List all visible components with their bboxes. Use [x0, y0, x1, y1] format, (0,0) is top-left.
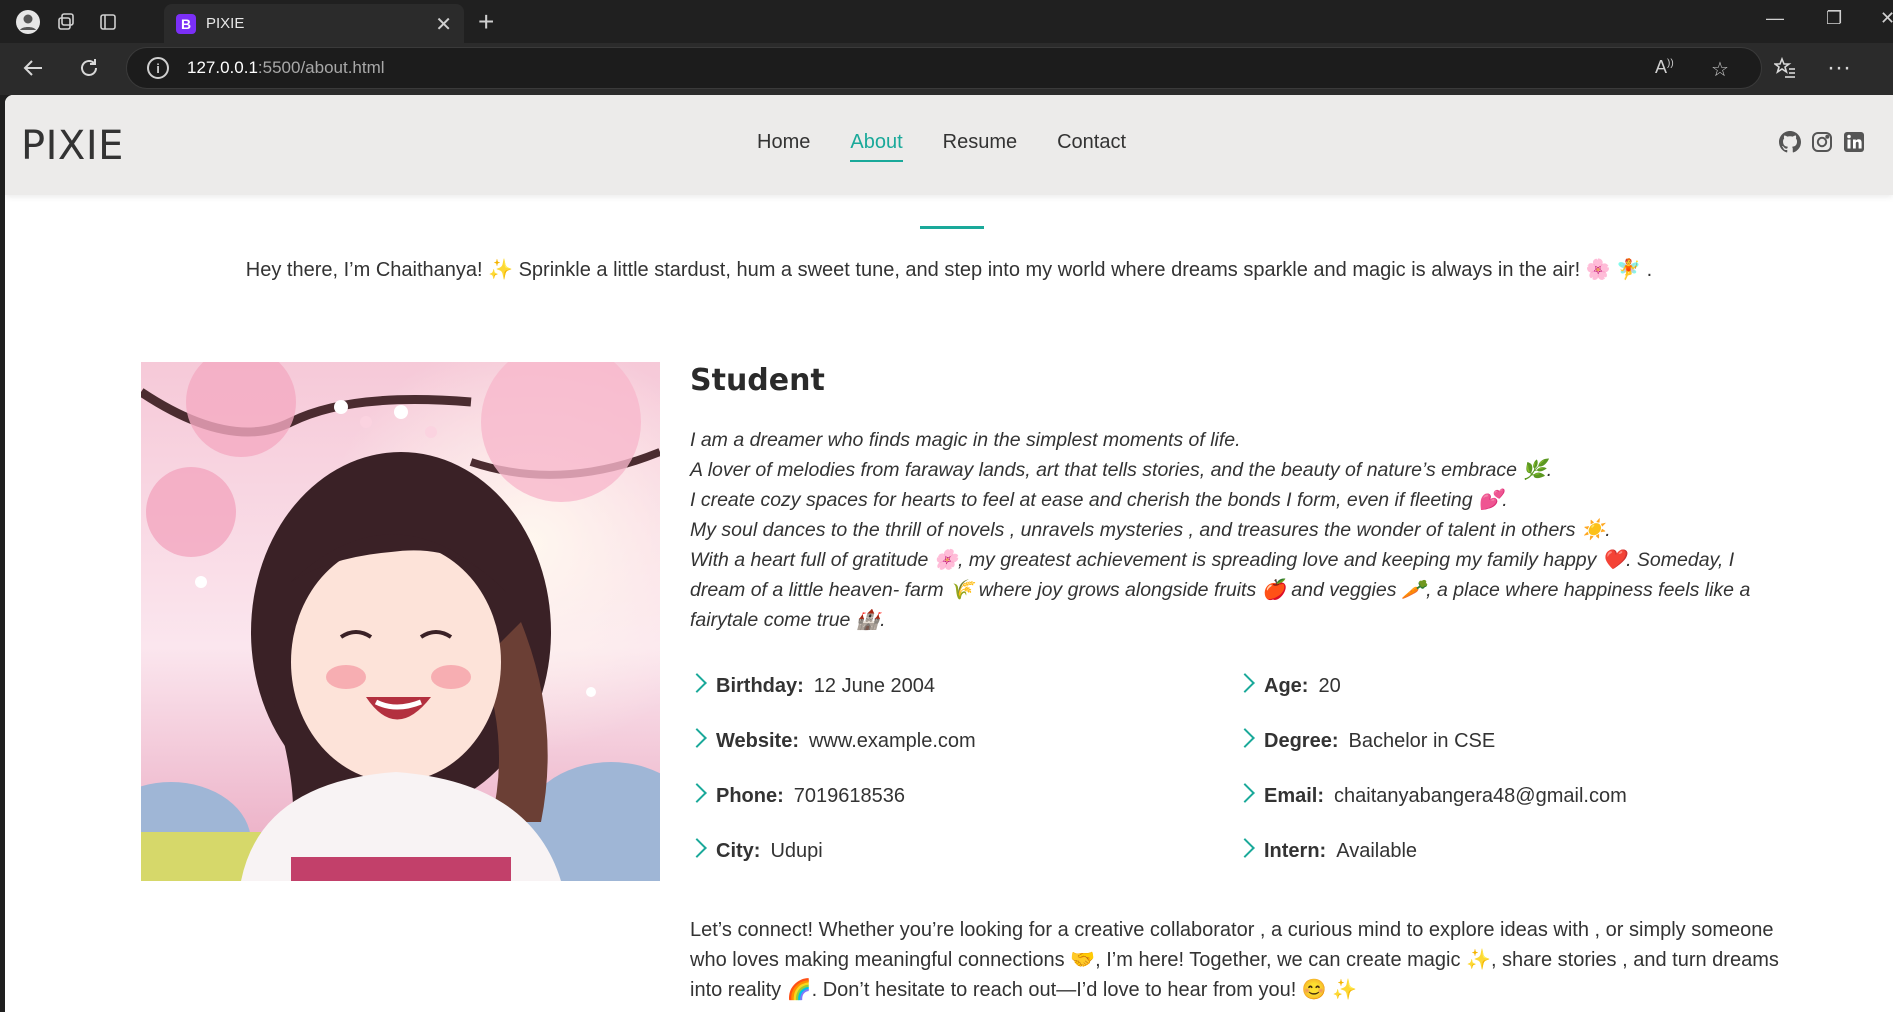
- detail-degree: Degree: Bachelor in CSE: [1235, 728, 1495, 753]
- close-tab-icon[interactable]: ✕: [435, 12, 452, 37]
- detail-intern: Intern: Available: [1235, 838, 1417, 863]
- site-logo[interactable]: PIXIE: [21, 123, 124, 169]
- bio-line: I create cozy spaces for hearts to feel …: [690, 489, 1508, 511]
- workspaces-icon[interactable]: [52, 8, 80, 36]
- nav-resume[interactable]: Resume: [943, 131, 1017, 154]
- nav-contact[interactable]: Contact: [1057, 131, 1126, 154]
- about-intro: Hey there, I’m Chaithanya! ✨ Sprinkle a …: [245, 259, 1653, 281]
- minimize-icon[interactable]: —: [1766, 8, 1784, 29]
- nav-about[interactable]: About: [850, 131, 903, 162]
- detail-age: Age: 20: [1235, 673, 1341, 698]
- read-aloud-icon[interactable]: A)): [1655, 57, 1674, 78]
- close-window-icon[interactable]: ✕: [1880, 8, 1893, 29]
- bio-line: My soul dances to the thrill of novels ,…: [690, 519, 1611, 541]
- chevron-right-icon: [1235, 838, 1255, 858]
- main-nav: Home About Resume Contact: [757, 131, 1126, 162]
- role-title: Student: [690, 363, 825, 398]
- site-header: PIXIE Home About Resume Contact: [5, 95, 1893, 195]
- favicon-icon: B: [176, 14, 196, 34]
- chevron-right-icon: [1235, 728, 1255, 748]
- bio-line: With a heart full of gratitude 🌸, my gre…: [690, 549, 1751, 631]
- bio: I am a dreamer who finds magic in the si…: [690, 425, 1780, 635]
- url-text[interactable]: 127.0.0.1:5500/about.html: [187, 58, 385, 78]
- restore-icon[interactable]: ❐: [1826, 8, 1842, 29]
- tab-actions-icon[interactable]: [94, 8, 122, 36]
- more-menu-icon[interactable]: ···: [1824, 53, 1854, 83]
- chevron-right-icon: [1235, 673, 1255, 693]
- detail-email: Email: chaitanyabangera48@gmail.com: [1235, 783, 1627, 808]
- chevron-right-icon: [1235, 783, 1255, 803]
- site-info-icon[interactable]: i: [147, 57, 169, 79]
- detail-website: Website: www.example.com: [687, 728, 976, 753]
- chevron-right-icon: [687, 783, 707, 803]
- detail-city: City: Udupi: [687, 838, 823, 863]
- chevron-right-icon: [687, 838, 707, 858]
- address-bar[interactable]: i 127.0.0.1:5500/about.html A)) ☆: [126, 47, 1762, 89]
- github-icon[interactable]: [1779, 131, 1801, 153]
- about-outro: Let’s connect! Whether you’re looking fo…: [690, 919, 1779, 1001]
- web-page: PIXIE Home About Resume Contact Hey ther…: [5, 95, 1893, 1012]
- browser-toolbar: i 127.0.0.1:5500/about.html A)) ☆ ···: [0, 43, 1893, 95]
- linkedin-icon[interactable]: [1843, 131, 1865, 153]
- section-title-underline: [920, 226, 984, 229]
- browser-tab-active[interactable]: B PIXIE ✕: [164, 4, 464, 43]
- detail-phone: Phone: 7019618536: [687, 783, 905, 808]
- back-icon[interactable]: [18, 53, 48, 83]
- chevron-right-icon: [687, 728, 707, 748]
- favorite-star-icon[interactable]: ☆: [1711, 57, 1729, 82]
- chevron-right-icon: [687, 673, 707, 693]
- bio-line: A lover of melodies from faraway lands, …: [690, 459, 1553, 481]
- bio-line: I am a dreamer who finds magic in the si…: [690, 429, 1241, 451]
- new-tab-icon[interactable]: +: [478, 6, 494, 38]
- detail-birthday: Birthday: 12 June 2004: [687, 673, 935, 698]
- instagram-icon[interactable]: [1811, 131, 1833, 153]
- profile-photo: [141, 362, 660, 881]
- profile-icon[interactable]: [14, 8, 42, 36]
- refresh-icon[interactable]: [74, 53, 104, 83]
- browser-tab-bar: B PIXIE ✕ + — ❐ ✕: [0, 0, 1893, 43]
- tab-title: PIXIE: [206, 15, 245, 32]
- nav-home[interactable]: Home: [757, 131, 810, 154]
- favorites-list-icon[interactable]: [1770, 53, 1800, 83]
